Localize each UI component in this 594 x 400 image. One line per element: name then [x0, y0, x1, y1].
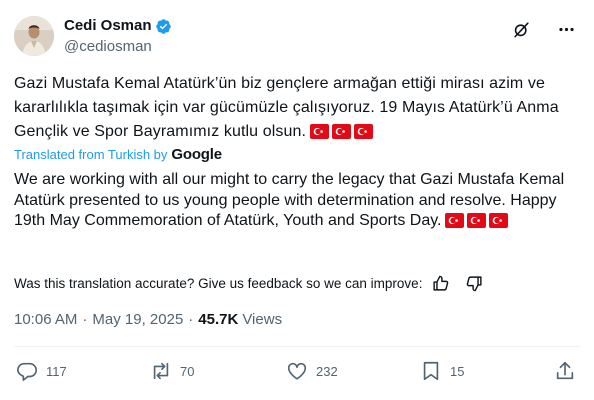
post-date[interactable]: May 19, 2025	[92, 311, 183, 328]
thumbs-up-icon[interactable]	[432, 275, 449, 292]
action-bar: 117 70 232 15	[14, 360, 580, 384]
repost-count: 70	[180, 363, 195, 379]
google-logo: Google	[171, 146, 222, 163]
reply-icon	[17, 362, 37, 381]
turkey-flag-icon	[467, 213, 487, 228]
bookmark-button[interactable]: 15	[420, 360, 464, 382]
reply-button[interactable]: 117	[16, 360, 67, 382]
translation-text: We are working with all our might to car…	[14, 170, 580, 232]
like-icon	[287, 362, 307, 380]
divider	[14, 346, 580, 347]
avatar[interactable]	[14, 16, 54, 56]
handle[interactable]: @cediosman	[64, 38, 152, 56]
share-button[interactable]	[554, 360, 576, 382]
tweet-text-body: Gazi Mustafa Kemal Atatürk’ün biz gençle…	[14, 75, 559, 140]
tweet-header: Cedi Osman @cediosman	[14, 16, 580, 60]
bookmark-count: 15	[450, 363, 465, 379]
turkey-flag-icon	[445, 213, 465, 228]
turkey-flag-icon	[310, 124, 330, 139]
translation-attribution: Translated from Turkish by Google	[14, 146, 222, 163]
flag-emojis	[445, 213, 509, 228]
more-icon[interactable]	[557, 20, 576, 39]
tweet-text: Gazi Mustafa Kemal Atatürk’ün biz gençle…	[14, 72, 580, 144]
views-label: Views	[242, 311, 283, 328]
thumbs-down-icon[interactable]	[466, 275, 483, 292]
translation-feedback: Was this translation accurate? Give us f…	[14, 275, 483, 292]
grok-icon[interactable]	[512, 20, 531, 39]
header-actions	[512, 20, 576, 39]
name-row: Cedi Osman	[64, 17, 172, 35]
flag-emojis	[310, 124, 374, 139]
repost-button[interactable]: 70	[150, 360, 194, 382]
share-icon	[556, 361, 574, 380]
meta-separator: ·	[188, 311, 194, 328]
meta-separator: ·	[82, 311, 88, 328]
like-button[interactable]: 232	[286, 360, 338, 382]
reply-count: 117	[46, 363, 67, 379]
translated-label[interactable]: Translated from Turkish by	[14, 147, 167, 162]
turkey-flag-icon	[489, 213, 509, 228]
verified-badge-icon	[155, 18, 171, 34]
feedback-buttons	[432, 275, 483, 292]
views-count[interactable]: 45.7K	[198, 311, 238, 328]
feedback-prompt: Was this translation accurate? Give us f…	[14, 276, 423, 291]
repost-icon	[153, 362, 169, 380]
display-name[interactable]: Cedi Osman	[64, 17, 152, 35]
post-time[interactable]: 10:06 AM	[14, 311, 77, 328]
like-count: 232	[316, 363, 338, 379]
turkey-flag-icon	[332, 124, 352, 139]
bookmark-icon	[423, 361, 439, 381]
tweet-meta: 10:06 AM · May 19, 2025 · 45.7K Views	[14, 311, 282, 328]
turkey-flag-icon	[354, 124, 374, 139]
